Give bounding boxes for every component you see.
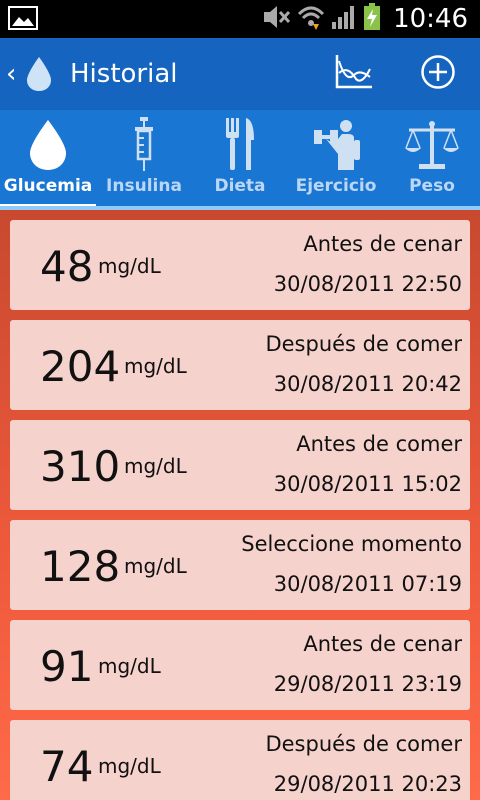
glucose-unit: mg/dL <box>98 654 161 678</box>
tab-label: Glucemia <box>3 176 93 196</box>
tab-label: Insulina <box>106 176 182 196</box>
back-icon[interactable]: ‹ <box>6 59 20 89</box>
tab-ejercicio[interactable]: Ejercicio <box>288 110 384 210</box>
glucose-value: 91 <box>40 642 94 691</box>
image-icon <box>8 6 38 30</box>
record-datetime: 30/08/2011 07:19 <box>273 572 462 596</box>
meal-moment: Después de comer <box>265 332 462 356</box>
meal-moment: Antes de comer <box>296 432 462 456</box>
add-button[interactable] <box>414 50 462 98</box>
list-item[interactable]: 128 mg/dL Seleccione momento 30/08/2011 … <box>10 520 470 610</box>
record-datetime: 30/08/2011 20:42 <box>273 372 462 396</box>
dumbbell-icon <box>308 110 364 172</box>
glucose-value: 310 <box>40 442 121 491</box>
tab-label: Ejercicio <box>295 176 377 196</box>
status-icons: 10:46 <box>261 3 468 35</box>
add-circle-icon <box>420 54 456 94</box>
meal-moment: Antes de cenar <box>303 232 462 256</box>
glucose-unit: mg/dL <box>124 454 187 478</box>
record-datetime: 30/08/2011 22:50 <box>273 272 462 296</box>
page-title: Historial <box>70 59 178 89</box>
tab-dieta[interactable]: Dieta <box>192 110 288 210</box>
tab-peso[interactable]: Peso <box>384 110 480 210</box>
chart-icon <box>334 53 374 95</box>
list-item[interactable]: 91 mg/dL Antes de cenar 29/08/2011 23:19 <box>10 620 470 710</box>
tab-insulina[interactable]: Insulina <box>96 110 192 210</box>
syringe-icon <box>129 110 159 172</box>
scale-icon <box>403 110 461 172</box>
list-item[interactable]: 204 mg/dL Después de comer 30/08/2011 20… <box>10 320 470 410</box>
glucose-unit: mg/dL <box>124 554 187 578</box>
glucose-value: 128 <box>40 542 121 591</box>
glucose-value: 48 <box>40 242 94 291</box>
fork-knife-icon <box>222 110 258 172</box>
tab-label: Dieta <box>214 176 266 196</box>
record-datetime: 29/08/2011 20:23 <box>273 772 462 796</box>
glucose-value: 204 <box>40 342 121 391</box>
meal-moment: Antes de cenar <box>303 632 462 656</box>
glucose-unit: mg/dL <box>98 254 161 278</box>
list-item[interactable]: 310 mg/dL Antes de comer 30/08/2011 15:0… <box>10 420 470 510</box>
drop-logo-icon[interactable] <box>24 54 56 94</box>
drop-icon <box>27 110 69 172</box>
record-datetime: 29/08/2011 23:19 <box>273 672 462 696</box>
record-datetime: 30/08/2011 15:02 <box>273 472 462 496</box>
glucose-unit: mg/dL <box>124 354 187 378</box>
signal-icon <box>331 4 357 34</box>
action-bar: ‹ Historial <box>0 38 480 110</box>
glucose-unit: mg/dL <box>98 754 161 778</box>
tab-bar: Glucemia Insulina Dieta Ejercicio Peso <box>0 110 480 210</box>
list-item[interactable]: 74 mg/dL Después de comer 29/08/2011 20:… <box>10 720 470 800</box>
status-bar: 10:46 <box>0 0 480 38</box>
meal-moment: Seleccione momento <box>241 532 462 556</box>
mute-icon <box>261 4 291 34</box>
wifi-icon <box>297 4 325 34</box>
tab-glucemia[interactable]: Glucemia <box>0 110 96 210</box>
battery-charging-icon <box>363 3 381 35</box>
tab-label: Peso <box>409 176 455 196</box>
glucose-value: 74 <box>40 742 94 791</box>
status-time: 10:46 <box>393 4 468 34</box>
list-item[interactable]: 48 mg/dL Antes de cenar 30/08/2011 22:50 <box>10 220 470 310</box>
chart-button[interactable] <box>330 50 378 98</box>
meal-moment: Después de comer <box>265 732 462 756</box>
records-list[interactable]: 48 mg/dL Antes de cenar 30/08/2011 22:50… <box>0 210 480 800</box>
